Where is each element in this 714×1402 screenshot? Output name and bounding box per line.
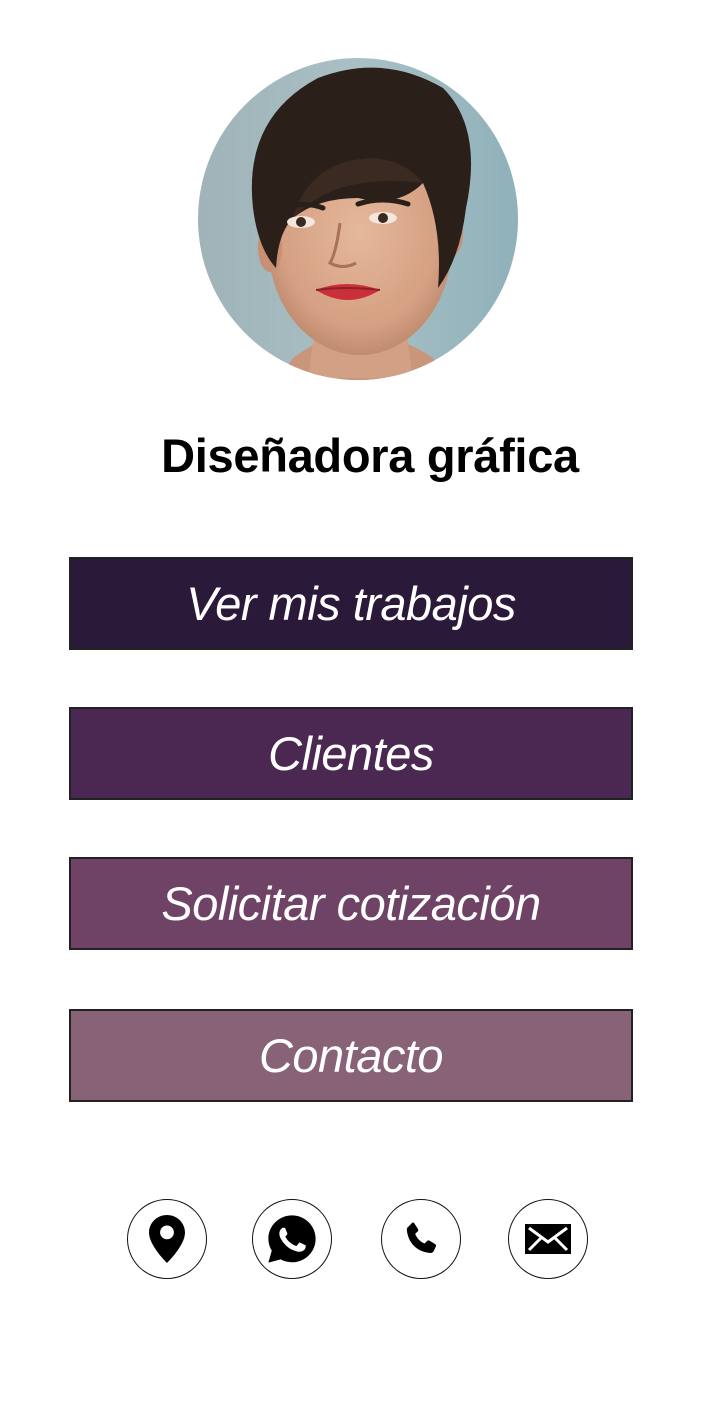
contact-label: Contacto bbox=[258, 1029, 444, 1082]
phone-icon bbox=[406, 1222, 437, 1254]
phone-button[interactable] bbox=[381, 1199, 461, 1279]
view-work-button[interactable]: Ver mis trabajos bbox=[69, 557, 633, 650]
avatar bbox=[198, 58, 518, 380]
page: Diseñadora gráfica Ver mis trabajos Clie… bbox=[0, 0, 714, 1402]
whatsapp-icon bbox=[268, 1215, 316, 1263]
clients-label: Clientes bbox=[268, 727, 434, 780]
mail-icon bbox=[525, 1224, 571, 1254]
contact-button[interactable]: Contacto bbox=[69, 1009, 633, 1102]
whatsapp-button[interactable] bbox=[252, 1199, 332, 1279]
request-quote-label: Solicitar cotización bbox=[161, 877, 541, 930]
page-title: Diseñadora gráfica bbox=[161, 429, 579, 482]
mail-button[interactable] bbox=[508, 1199, 588, 1279]
location-pin-icon bbox=[149, 1215, 185, 1263]
request-quote-button[interactable]: Solicitar cotización bbox=[69, 857, 633, 950]
location-button[interactable] bbox=[127, 1199, 207, 1279]
clients-button[interactable]: Clientes bbox=[69, 707, 633, 800]
view-work-label: Ver mis trabajos bbox=[186, 577, 516, 630]
